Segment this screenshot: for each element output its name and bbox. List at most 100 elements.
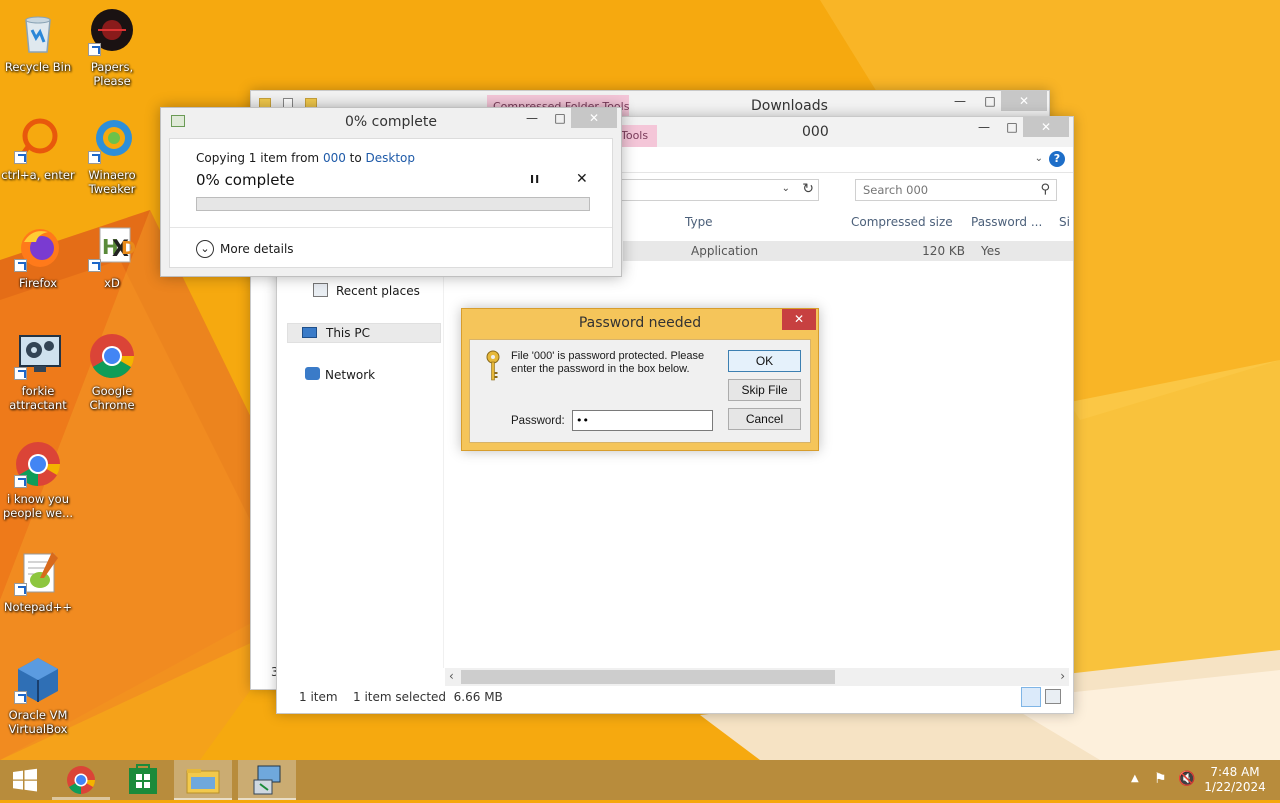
close-button[interactable]: ✕ bbox=[782, 309, 816, 330]
taskbar-store[interactable] bbox=[114, 760, 172, 800]
ribbon-collapse-chevron-icon[interactable]: ⌄ bbox=[1035, 153, 1043, 164]
desktop-icon-label: Google Chrome bbox=[89, 384, 135, 412]
progress-bar bbox=[196, 197, 590, 211]
address-dropdown-icon[interactable]: ⌄ bbox=[782, 183, 790, 194]
desktop-icon-google-chrome[interactable]: Google Chrome bbox=[74, 332, 150, 412]
shortcut-arrow-icon bbox=[14, 475, 27, 488]
show-hidden-icons-chevron-icon[interactable]: ▲ bbox=[1131, 773, 1139, 784]
password-input[interactable] bbox=[572, 410, 713, 431]
password-needed-dialog[interactable]: Password needed ✕ File '000' is password… bbox=[461, 308, 819, 451]
pane-divider bbox=[443, 262, 444, 668]
window-title: 000 bbox=[802, 124, 829, 140]
shortcut-arrow-icon bbox=[14, 367, 27, 380]
desktop-icon-forkie-attractant[interactable]: forkie attractant bbox=[0, 332, 76, 412]
search-icon: ⚲ bbox=[1040, 182, 1050, 197]
close-button[interactable]: ✕ bbox=[1001, 91, 1047, 111]
chrome-icon bbox=[88, 332, 136, 380]
more-details-label: More details bbox=[220, 242, 294, 256]
minimize-button[interactable]: — bbox=[517, 108, 547, 128]
taskbar-file-explorer[interactable] bbox=[174, 760, 232, 800]
search-box[interactable]: ⚲ bbox=[855, 179, 1057, 201]
destination-link[interactable]: Desktop bbox=[366, 151, 416, 165]
firefox-icon bbox=[14, 224, 62, 272]
help-icon[interactable]: ? bbox=[1049, 151, 1065, 167]
action-center-flag-icon[interactable]: ⚑ bbox=[1154, 771, 1167, 787]
scroll-left-icon[interactable]: ‹ bbox=[449, 669, 454, 683]
desktop-icon-recycle-bin[interactable]: Recycle Bin bbox=[0, 8, 76, 74]
desktop-icon-label: i know you people we... bbox=[2, 492, 74, 520]
address-bar[interactable]: ⌄ ↻ bbox=[615, 179, 819, 201]
nav-item-this-pc[interactable]: This PC bbox=[287, 323, 441, 343]
svg-text:D: D bbox=[121, 238, 136, 259]
source-link[interactable]: 000 bbox=[323, 151, 346, 165]
cancel-button[interactable]: Cancel bbox=[728, 408, 801, 430]
gear-monitor-icon bbox=[14, 332, 62, 380]
key-icon bbox=[484, 350, 502, 385]
file-explorer-icon bbox=[186, 769, 220, 794]
taskbar-copy-app[interactable] bbox=[238, 760, 296, 800]
shortcut-arrow-icon bbox=[88, 43, 101, 56]
password-message: File '000' is password protected. Please… bbox=[511, 350, 705, 375]
close-button[interactable]: ✕ bbox=[1023, 117, 1069, 137]
clock[interactable]: 7:48 AM 1/22/2024 bbox=[1200, 765, 1270, 795]
shortcut-arrow-icon bbox=[14, 259, 27, 272]
ok-button[interactable]: OK bbox=[728, 350, 801, 372]
minimize-button[interactable]: — bbox=[945, 91, 975, 111]
taskbar: ▲ ⚑ 🔇 7:48 AM 1/22/2024 bbox=[0, 760, 1280, 800]
virtualbox-icon bbox=[14, 656, 62, 704]
desktop-icon-firefox[interactable]: Firefox bbox=[0, 224, 76, 290]
ring-app-icon bbox=[14, 116, 62, 164]
copy-prefix: Copying 1 item from bbox=[196, 151, 323, 165]
desktop-icon-virtualbox[interactable]: Oracle VM VirtualBox bbox=[0, 656, 76, 736]
taskbar-chrome[interactable] bbox=[52, 760, 110, 800]
column-header-type[interactable]: Type bbox=[685, 215, 713, 229]
desktop-icon-xd[interactable]: HXD xD bbox=[74, 224, 150, 290]
cell-password: Yes bbox=[981, 244, 1001, 258]
search-input[interactable] bbox=[856, 180, 1030, 200]
scroll-right-icon[interactable]: › bbox=[1060, 669, 1065, 683]
chrome-icon bbox=[14, 440, 62, 488]
column-header-compressed-size[interactable]: Compressed size bbox=[851, 215, 953, 229]
scrollbar-thumb[interactable] bbox=[461, 670, 835, 684]
status-selection: 1 item selected 6.66 MB bbox=[353, 690, 503, 704]
skip-file-button[interactable]: Skip File bbox=[728, 379, 801, 401]
copy-dialog-body: Copying 1 item from 000 to Desktop 0% co… bbox=[169, 138, 613, 268]
copy-progress-dialog[interactable]: 0% complete — □ ✕ Copying 1 item from 00… bbox=[160, 107, 622, 277]
desktop-icon-papers-please[interactable]: Papers, Please bbox=[74, 8, 150, 88]
refresh-icon[interactable]: ↻ bbox=[802, 181, 814, 197]
notepadpp-icon bbox=[14, 548, 62, 596]
details-view-icon[interactable] bbox=[1021, 687, 1041, 707]
desktop-icon-label: Winaero Tweaker bbox=[88, 168, 136, 196]
desktop-icon-label: forkie attractant bbox=[9, 384, 67, 412]
ribbon-tools-tab[interactable]: Tools bbox=[617, 125, 657, 147]
network-computer-icon bbox=[253, 765, 281, 795]
desktop-icon-winaero-tweaker[interactable]: Winaero Tweaker bbox=[74, 116, 150, 196]
status-item-count: 1 item bbox=[299, 690, 338, 704]
desktop-icon-label: Papers, Please bbox=[90, 60, 134, 88]
start-button[interactable] bbox=[0, 760, 50, 800]
cancel-copy-button[interactable]: ✕ bbox=[576, 171, 588, 187]
large-icons-view-icon[interactable] bbox=[1045, 689, 1061, 704]
windows-logo-icon bbox=[13, 768, 37, 792]
desktop-icon-ctrl-a-enter[interactable]: ctrl+a, enter bbox=[0, 116, 76, 182]
desktop-icon-notepadpp[interactable]: Notepad++ bbox=[0, 548, 76, 614]
nav-label: Recent places bbox=[336, 284, 420, 298]
desktop-icon-label: Firefox bbox=[18, 276, 58, 290]
desktop-icon-i-know-you-people[interactable]: i know you people we... bbox=[0, 440, 76, 520]
column-header-password[interactable]: Password ... bbox=[971, 215, 1051, 229]
pause-button[interactable]: II bbox=[530, 173, 540, 186]
nav-label: This PC bbox=[326, 326, 370, 340]
desktop-icon-label: ctrl+a, enter bbox=[1, 168, 75, 182]
volume-muted-icon[interactable]: 🔇 bbox=[1178, 771, 1195, 787]
minimize-button[interactable]: — bbox=[969, 117, 999, 137]
table-row[interactable]: Application 120 KB Yes bbox=[623, 241, 1073, 261]
close-button[interactable]: ✕ bbox=[571, 108, 617, 128]
desktop-icon-label: Oracle VM VirtualBox bbox=[8, 708, 68, 736]
store-icon bbox=[129, 764, 157, 794]
shortcut-arrow-icon bbox=[14, 583, 27, 596]
copy-summary: Copying 1 item from 000 to Desktop bbox=[196, 151, 415, 165]
nav-label: Network bbox=[325, 368, 376, 382]
cell-compressed-size: 120 KB bbox=[922, 244, 965, 258]
horizontal-scrollbar[interactable]: ‹ › bbox=[445, 668, 1069, 686]
column-header-size[interactable]: Si bbox=[1059, 215, 1071, 229]
